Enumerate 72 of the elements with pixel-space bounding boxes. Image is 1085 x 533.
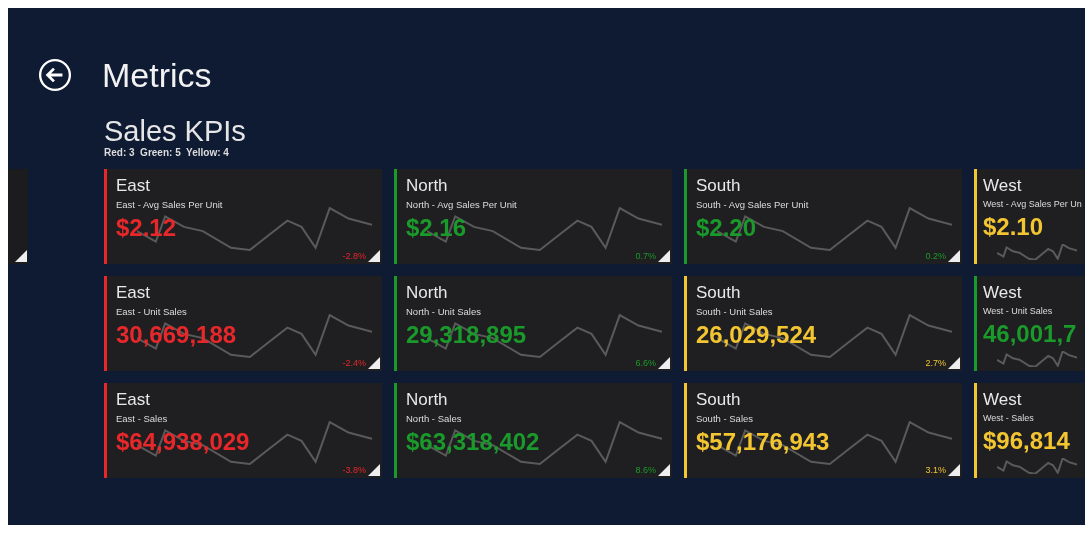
region-name: West (983, 176, 1022, 196)
kpi-tile[interactable]: East East - Avg Sales Per Unit $2.12 -2.8% (104, 169, 382, 264)
kpi-value: $57,176,943 (696, 428, 830, 456)
kpi-tile[interactable]: North North - Unit Sales 29,318,895 6.6% (394, 276, 672, 371)
kpi-tile[interactable]: North North - Avg Sales Per Unit $2.16 0.7% (394, 169, 672, 264)
change-percent: 6.6% (635, 358, 656, 368)
region-name: North (406, 176, 448, 196)
measure-label: West - Unit Sales (983, 306, 1053, 316)
measure-label: East - Unit Sales (116, 306, 187, 317)
kpi-tile[interactable]: South South - Sales $57,176,943 3.1% (684, 383, 962, 478)
region-name: North (406, 390, 448, 410)
kpi-value: $2.16 (406, 214, 467, 242)
measure-label: West - Sales (983, 413, 1034, 423)
kpi-tile[interactable]: South South - Avg Sales Per Unit $2.20 0.2% (684, 169, 962, 264)
change-percent: -2.4% (342, 358, 366, 368)
change-percent: 3.1% (925, 465, 946, 475)
measure-label: East - Sales (116, 413, 168, 424)
kpi-value: $63,318,402 (406, 428, 540, 456)
region-name: South (696, 390, 741, 410)
measure-label: West - Avg Sales Per Un (983, 199, 1082, 209)
corner-icon (948, 250, 960, 262)
region-name: East (116, 283, 151, 303)
kpi-value: 30,669,188 (116, 321, 237, 349)
corner-icon (658, 357, 670, 369)
region-name: East (116, 176, 151, 196)
measure-label: South - Unit Sales (696, 306, 773, 317)
kpi-value: $2.10 (983, 213, 1044, 241)
section-title: Sales KPIs (104, 115, 247, 147)
change-percent: 2.7% (925, 358, 946, 368)
kpi-tile[interactable]: West West - Sales $96,814 (974, 383, 1084, 478)
kpi-value: 26,029,524 (696, 321, 817, 349)
corner-icon (658, 250, 670, 262)
corner-icon (368, 357, 380, 369)
tile-fragment[interactable] (8, 169, 28, 264)
change-percent: 8.6% (635, 465, 656, 475)
change-percent: 0.2% (925, 251, 946, 261)
measure-label: South - Avg Sales Per Unit (696, 199, 809, 210)
region-name: North (406, 283, 448, 303)
kpi-tile[interactable]: North North - Sales $63,318,402 8.6% (394, 383, 672, 478)
corner-icon (948, 464, 960, 476)
measure-label: North - Unit Sales (406, 306, 481, 317)
region-name: West (983, 390, 1022, 410)
kpi-value: $64,938,029 (116, 428, 250, 456)
kpi-tile[interactable]: West West - Avg Sales Per Un $2.10 (974, 169, 1084, 264)
measure-label: North - Sales (406, 413, 462, 424)
corner-icon (658, 464, 670, 476)
change-percent: 0.7% (635, 251, 656, 261)
corner-icon (368, 250, 380, 262)
kpi-tile[interactable]: South South - Unit Sales 26,029,524 2.7% (684, 276, 962, 371)
kpi-tile[interactable]: East East - Sales $64,938,029 -3.8% (104, 383, 382, 478)
measure-label: South - Sales (696, 413, 754, 424)
change-percent: -2.8% (342, 251, 366, 261)
region-name: South (696, 283, 741, 303)
kpi-value: $2.20 (696, 214, 757, 242)
corner-icon (948, 357, 960, 369)
back-icon[interactable] (38, 58, 72, 92)
region-name: West (983, 283, 1022, 303)
page-title: Metrics (102, 55, 212, 95)
measure-label: East - Avg Sales Per Unit (116, 199, 223, 210)
region-name: South (696, 176, 741, 196)
kpi-tile[interactable]: West West - Unit Sales 46,001,7 (974, 276, 1084, 371)
kpi-tile[interactable]: East East - Unit Sales 30,669,188 -2.4% (104, 276, 382, 371)
kpi-value: 29,318,895 (406, 321, 527, 349)
region-name: East (116, 390, 151, 410)
change-percent: -3.8% (342, 465, 366, 475)
kpi-value: $2.12 (116, 214, 177, 242)
corner-icon (15, 250, 27, 262)
corner-icon (368, 464, 380, 476)
status-summary: Red: 3 Green: 5 Yellow: 4 (104, 147, 230, 158)
measure-label: North - Avg Sales Per Unit (406, 199, 517, 210)
kpi-value: $96,814 (983, 427, 1070, 455)
kpi-value: 46,001,7 (983, 320, 1077, 348)
